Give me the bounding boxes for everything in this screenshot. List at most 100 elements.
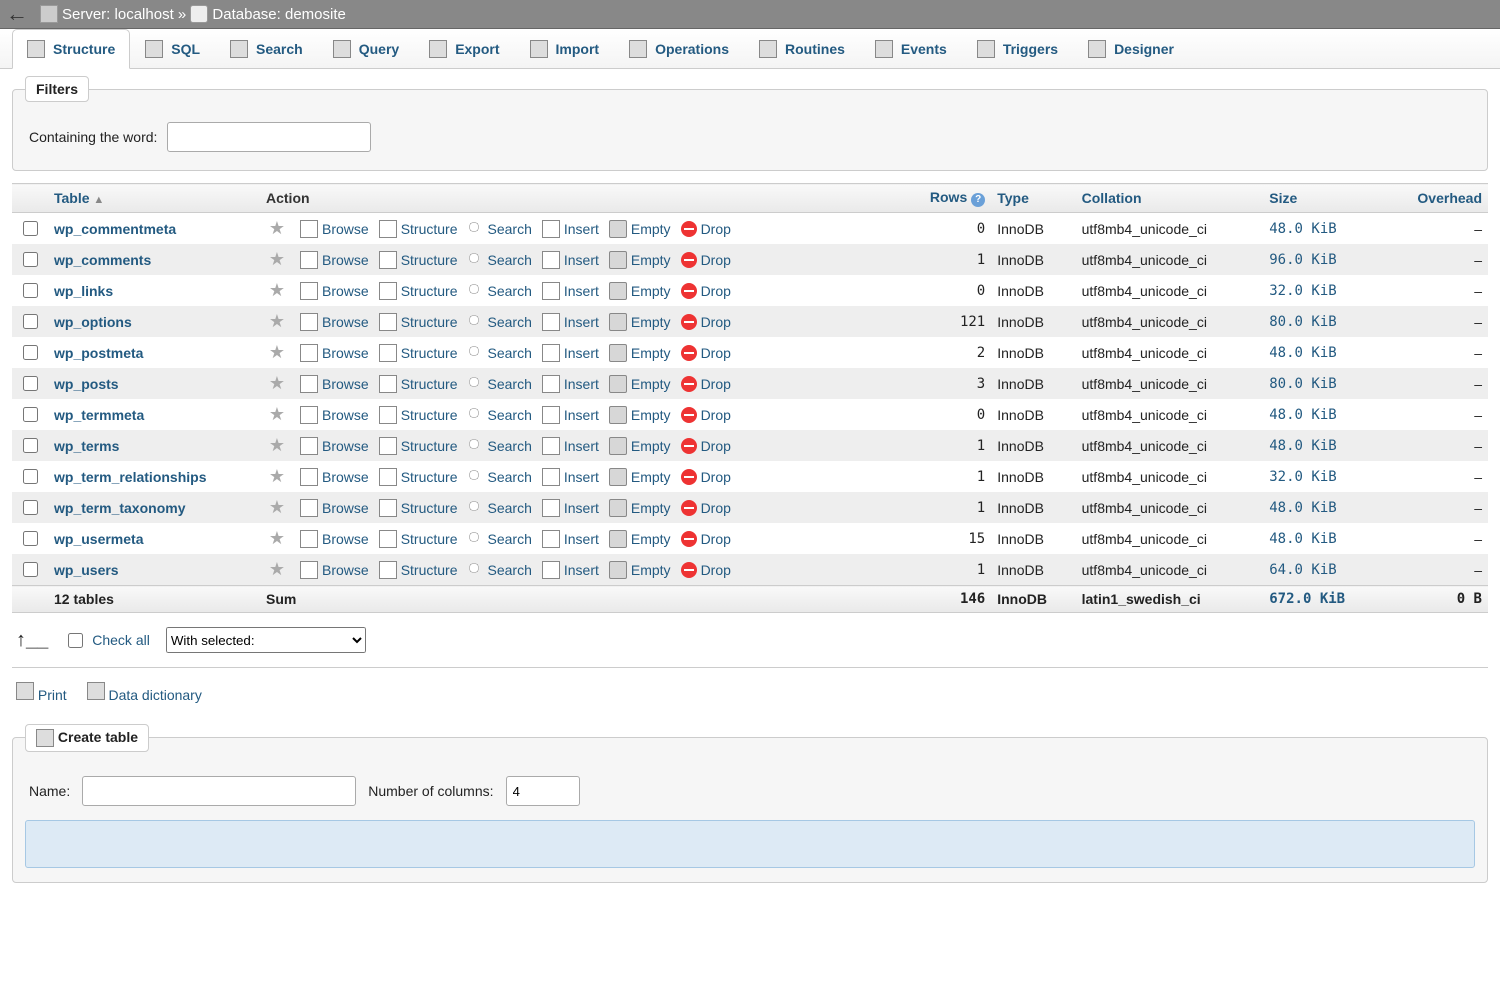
table-name-link[interactable]: wp_usermeta	[54, 531, 143, 547]
tab-designer[interactable]: Designer	[1073, 29, 1189, 68]
empty-link[interactable]: Empty	[609, 499, 671, 517]
drop-link[interactable]: Drop	[681, 221, 731, 237]
insert-link[interactable]: Insert	[542, 313, 599, 331]
server-link[interactable]: localhost	[115, 6, 174, 23]
check-all-label[interactable]: Check all	[92, 632, 150, 648]
browse-link[interactable]: Browse	[300, 499, 369, 517]
row-checkbox[interactable]	[23, 407, 38, 422]
browse-link[interactable]: Browse	[300, 220, 369, 238]
tab-search[interactable]: Search	[215, 29, 318, 68]
search-link[interactable]: Search	[468, 283, 532, 299]
search-link[interactable]: Search	[468, 469, 532, 485]
drop-link[interactable]: Drop	[681, 562, 731, 578]
tab-routines[interactable]: Routines	[744, 29, 860, 68]
empty-link[interactable]: Empty	[609, 375, 671, 393]
data-dictionary-link[interactable]: Data dictionary	[87, 687, 202, 703]
structure-link[interactable]: Structure	[379, 220, 458, 238]
empty-link[interactable]: Empty	[609, 313, 671, 331]
browse-link[interactable]: Browse	[300, 561, 369, 579]
with-selected[interactable]: With selected:	[166, 627, 366, 653]
favorite-star-icon[interactable]: ★	[260, 523, 294, 554]
browse-link[interactable]: Browse	[300, 468, 369, 486]
table-name-link[interactable]: wp_termmeta	[54, 407, 144, 423]
structure-link[interactable]: Structure	[379, 499, 458, 517]
check-all-box[interactable]	[68, 633, 83, 648]
favorite-star-icon[interactable]: ★	[260, 492, 294, 523]
drop-link[interactable]: Drop	[681, 500, 731, 516]
search-link[interactable]: Search	[468, 500, 532, 516]
table-name-link[interactable]: wp_comments	[54, 252, 151, 268]
table-name-link[interactable]: wp_options	[54, 314, 132, 330]
table-name-link[interactable]: wp_terms	[54, 438, 119, 454]
empty-link[interactable]: Empty	[609, 282, 671, 300]
tab-events[interactable]: Events	[860, 29, 962, 68]
favorite-star-icon[interactable]: ★	[260, 306, 294, 337]
row-checkbox[interactable]	[23, 531, 38, 546]
drop-link[interactable]: Drop	[681, 314, 731, 330]
favorite-star-icon[interactable]: ★	[260, 554, 294, 586]
browse-link[interactable]: Browse	[300, 375, 369, 393]
search-link[interactable]: Search	[468, 531, 532, 547]
structure-link[interactable]: Structure	[379, 344, 458, 362]
row-checkbox[interactable]	[23, 221, 38, 236]
drop-link[interactable]: Drop	[681, 438, 731, 454]
browse-link[interactable]: Browse	[300, 530, 369, 548]
row-checkbox[interactable]	[23, 469, 38, 484]
structure-link[interactable]: Structure	[379, 282, 458, 300]
db-link[interactable]: demosite	[285, 6, 346, 23]
search-link[interactable]: Search	[468, 252, 532, 268]
structure-link[interactable]: Structure	[379, 468, 458, 486]
table-name-link[interactable]: wp_commentmeta	[54, 221, 176, 237]
insert-link[interactable]: Insert	[542, 530, 599, 548]
col-type[interactable]: Type	[991, 184, 1075, 213]
table-name-link[interactable]: wp_posts	[54, 376, 119, 392]
print-link[interactable]: Print	[16, 687, 67, 703]
insert-link[interactable]: Insert	[542, 437, 599, 455]
browse-link[interactable]: Browse	[300, 344, 369, 362]
search-link[interactable]: Search	[468, 562, 532, 578]
col-size[interactable]: Size	[1263, 184, 1383, 213]
drop-link[interactable]: Drop	[681, 345, 731, 361]
create-cols-input[interactable]	[506, 776, 580, 806]
row-checkbox[interactable]	[23, 500, 38, 515]
create-name-input[interactable]	[82, 776, 356, 806]
empty-link[interactable]: Empty	[609, 530, 671, 548]
browse-link[interactable]: Browse	[300, 251, 369, 269]
empty-link[interactable]: Empty	[609, 406, 671, 424]
row-checkbox[interactable]	[23, 562, 38, 577]
structure-link[interactable]: Structure	[379, 437, 458, 455]
search-link[interactable]: Search	[468, 438, 532, 454]
insert-link[interactable]: Insert	[542, 344, 599, 362]
favorite-star-icon[interactable]: ★	[260, 368, 294, 399]
row-checkbox[interactable]	[23, 314, 38, 329]
structure-link[interactable]: Structure	[379, 375, 458, 393]
structure-link[interactable]: Structure	[379, 406, 458, 424]
table-name-link[interactable]: wp_postmeta	[54, 345, 143, 361]
empty-link[interactable]: Empty	[609, 220, 671, 238]
table-name-link[interactable]: wp_users	[54, 562, 119, 578]
search-link[interactable]: Search	[468, 345, 532, 361]
insert-link[interactable]: Insert	[542, 282, 599, 300]
table-name-link[interactable]: wp_term_relationships	[54, 469, 207, 485]
browse-link[interactable]: Browse	[300, 313, 369, 331]
tab-import[interactable]: Import	[515, 29, 615, 68]
rows-help-icon[interactable]: ?	[971, 193, 985, 207]
drop-link[interactable]: Drop	[681, 531, 731, 547]
drop-link[interactable]: Drop	[681, 376, 731, 392]
col-table[interactable]: Table ▲	[48, 184, 260, 213]
empty-link[interactable]: Empty	[609, 251, 671, 269]
check-all[interactable]: Check all	[64, 630, 150, 651]
row-checkbox[interactable]	[23, 376, 38, 391]
favorite-star-icon[interactable]: ★	[260, 461, 294, 492]
row-checkbox[interactable]	[23, 283, 38, 298]
col-collation[interactable]: Collation	[1076, 184, 1264, 213]
browse-link[interactable]: Browse	[300, 437, 369, 455]
structure-link[interactable]: Structure	[379, 530, 458, 548]
back-arrow-icon[interactable]: ←	[6, 1, 28, 27]
search-link[interactable]: Search	[468, 221, 532, 237]
drop-link[interactable]: Drop	[681, 283, 731, 299]
structure-link[interactable]: Structure	[379, 313, 458, 331]
favorite-star-icon[interactable]: ★	[260, 399, 294, 430]
insert-link[interactable]: Insert	[542, 468, 599, 486]
tab-operations[interactable]: Operations	[614, 29, 744, 68]
